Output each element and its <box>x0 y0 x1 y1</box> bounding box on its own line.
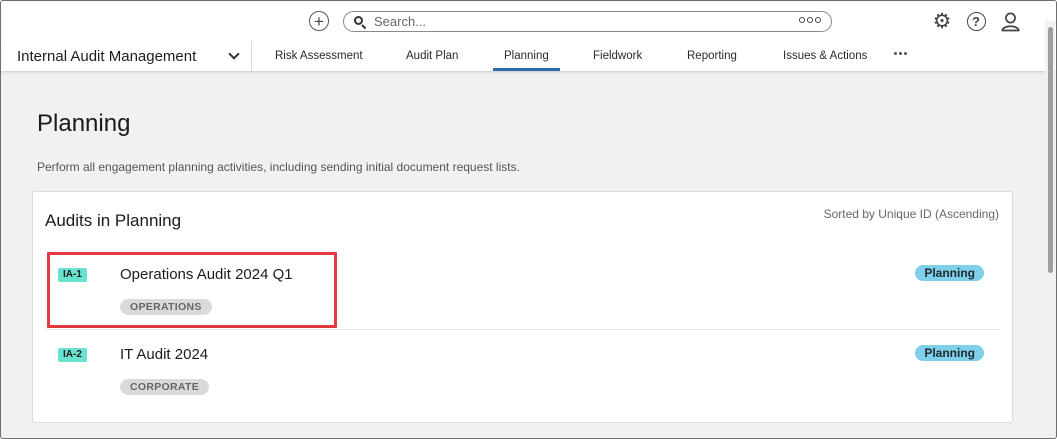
sort-note[interactable]: Sorted by Unique ID (Ascending) <box>824 207 999 221</box>
tab-risk-assessment[interactable]: Risk Assessment <box>275 41 363 71</box>
tab-reporting[interactable]: Reporting <box>687 41 737 71</box>
page-title: Planning <box>37 110 131 137</box>
gear-icon[interactable]: ⚙ <box>931 10 953 32</box>
top-bar: + ⚙ ? <box>1 1 1056 41</box>
chevron-down-icon <box>229 50 238 59</box>
page-description: Perform all engagement planning activiti… <box>37 160 520 174</box>
tab-audit-plan[interactable]: Audit Plan <box>406 41 458 71</box>
status-badge: Planning <box>915 265 984 281</box>
highlight-box <box>47 252 337 328</box>
tab-issues-actions[interactable]: Issues & Actions <box>783 41 867 71</box>
audit-title[interactable]: IT Audit 2024 <box>120 346 208 363</box>
add-icon[interactable]: + <box>309 11 329 31</box>
search-input[interactable] <box>374 14 774 29</box>
vertical-scrollbar[interactable] <box>1045 21 1055 438</box>
more-tabs-icon[interactable] <box>894 52 907 55</box>
category-tag: CORPORATE <box>120 379 210 395</box>
card-title: Audits in Planning <box>45 211 182 230</box>
app-name: Internal Audit Management <box>17 47 197 65</box>
tab-planning[interactable]: Planning <box>493 41 560 71</box>
main-nav: Internal Audit Management Risk Assessmen… <box>1 41 1056 72</box>
help-icon[interactable]: ? <box>965 10 987 32</box>
user-icon[interactable] <box>999 10 1021 32</box>
more-options-icon[interactable] <box>799 17 821 23</box>
search-bar[interactable] <box>343 11 832 32</box>
id-badge: IA-2 <box>58 348 87 362</box>
search-icon <box>354 15 367 29</box>
app-switcher[interactable]: Internal Audit Management <box>1 41 252 71</box>
tab-fieldwork[interactable]: Fieldwork <box>593 41 642 71</box>
app-window: + ⚙ ? Int <box>0 0 1057 439</box>
status-badge: Planning <box>915 345 984 361</box>
scrollbar-thumb[interactable] <box>1048 27 1053 273</box>
audit-row[interactable]: IA-2 IT Audit 2024 CORPORATE Planning <box>45 330 1000 410</box>
